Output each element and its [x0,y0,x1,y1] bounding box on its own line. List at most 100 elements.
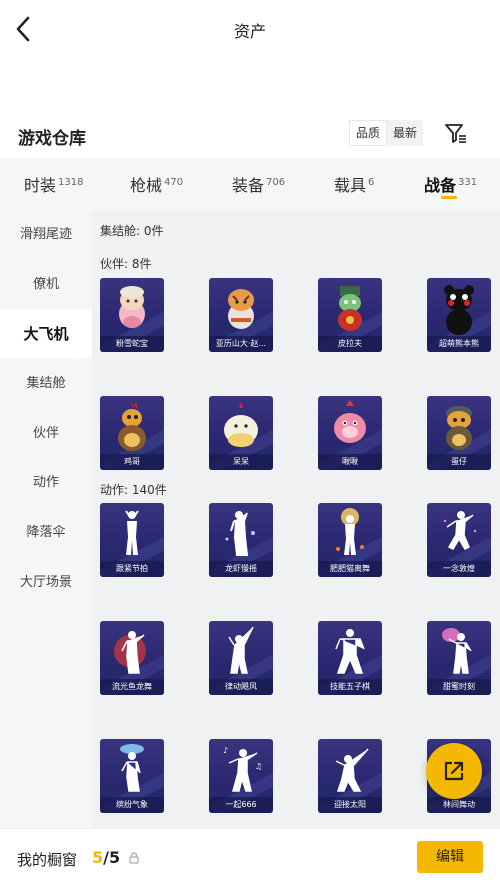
item-name: 啾啾 [318,454,382,470]
sidebar-item-wingman[interactable]: 僚机 [0,261,92,309]
item-card[interactable]: 流光鱼龙舞 [100,621,164,695]
dancer-silhouette-icon [114,631,146,674]
item-card[interactable]: 律动飓风 [209,621,273,695]
dancer-silhouette-icon [228,626,254,674]
item-card[interactable]: 龙虾慢摇 [209,503,273,577]
item-name: 流光鱼龙舞 [100,679,164,695]
sidebar-item-partner[interactable]: 伙伴 [0,410,92,458]
item-name: 甜蜜时刻 [427,679,491,695]
item-card[interactable]: 蛋仔 [427,396,491,470]
item-name: 肥肥猫离舞 [318,561,382,577]
svg-text:♫: ♫ [255,762,262,771]
showcase-label: 我的橱窗 [17,851,78,869]
item-name: 迎接太阳 [318,797,382,813]
sidebar-item-big-plane[interactable]: 大飞机 [0,310,92,358]
tab-battle-prep[interactable]: 战备 331 [424,172,477,196]
item-grid-panel: 集结舱: 0件 伙伴: 8件 粉雪蛇宝 亚历山大·赵... 皮拉夫 超萌熊本熊 … [92,210,500,830]
top-bar: 资产 [0,0,500,58]
sidebar-item-parachute[interactable]: 降落伞 [0,509,92,557]
group-label-emote: 动作: 140件 [100,483,167,497]
open-external-button[interactable] [426,743,482,799]
dancer-silhouette-icon [125,510,139,555]
item-card[interactable]: 肥肥猫离舞 [318,503,382,577]
item-name: 鸡哥 [100,454,164,470]
tab-equipment[interactable]: 装备 706 [232,172,285,196]
showcase-bar: 我的橱窗 5/5 编辑 [0,828,500,885]
svg-text:♪: ♪ [223,746,228,755]
dancer-silhouette-icon [225,511,255,556]
item-card[interactable]: 呆呆 [209,396,273,470]
section-title: 游戏仓库 [18,129,86,149]
tab-vehicles[interactable]: 载具 6 [334,172,374,196]
kumamon-bear-icon [444,285,474,335]
item-name: 一起666 [209,797,273,813]
item-name: 呆呆 [209,454,273,470]
item-card[interactable]: 迎接太阳 [318,739,382,813]
item-name: 粉雪蛇宝 [100,336,164,352]
item-name: 技能五子棋 [318,679,382,695]
item-name: 律动飓风 [209,679,273,695]
sidebar: 滑翔尾迹 僚机 大飞机 集结舱 伙伴 动作 降落伞 大厅场景 [0,210,92,830]
item-name: 龙虾慢摇 [209,561,273,577]
chicken-mascot-icon [118,402,146,451]
tab-label: 枪械 [130,176,163,195]
showcase-current: 5 [92,848,104,867]
showcase-count: 5/5 [92,848,120,867]
sort-quality-button[interactable]: 品质 [349,120,388,146]
item-name: 皮拉夫 [318,336,382,352]
item-card[interactable]: 鸡哥 [100,396,164,470]
sidebar-item-capsule[interactable]: 集结舱 [0,360,92,408]
external-link-icon [444,761,464,781]
dancer-silhouette-icon [442,628,472,674]
item-card[interactable]: 亚历山大·赵... [209,278,273,352]
page-title: 资产 [233,22,266,41]
tab-label: 战备 [424,176,457,195]
showcase-total: /5 [103,848,121,867]
dancer-silhouette-icon [120,744,144,792]
egg-party-icon [446,406,472,450]
filter-button[interactable] [444,121,468,145]
item-name: 缤纷气象 [100,797,164,813]
item-card[interactable]: ♪ ♫ 一起666 [209,739,273,813]
sidebar-item-lobby-scene[interactable]: 大厅场景 [0,559,92,607]
item-card[interactable]: 皮拉夫 [318,278,382,352]
sidebar-item-emote[interactable]: 动作 [0,459,92,507]
tab-guns[interactable]: 枪械 470 [130,172,183,196]
item-name: 跟紧节拍 [100,561,164,577]
sort-latest-button[interactable]: 最新 [387,120,423,146]
item-card[interactable]: 跟紧节拍 [100,503,164,577]
active-tab-indicator [441,196,457,199]
tab-count: 331 [458,177,478,188]
pink-bird-icon [334,400,366,443]
item-card[interactable]: 粉雪蛇宝 [100,278,164,352]
item-card[interactable]: 甜蜜时刻 [427,621,491,695]
dancer-silhouette-icon [335,748,369,792]
sidebar-item-glide-trail[interactable]: 滑翔尾迹 [0,211,92,259]
sort-toggle: 品质 最新 [349,120,424,146]
filter-icon [445,124,466,143]
item-card[interactable]: 一念敦煌 [427,503,491,577]
tab-count: 706 [266,177,286,188]
item-name: 蛋仔 [427,454,491,470]
tab-label: 载具 [334,176,367,195]
group-label-partner: 伙伴: 8件 [100,257,152,271]
item-card[interactable]: 缤纷气象 [100,739,164,813]
dancer-silhouette-icon: ♪♫ [223,746,262,792]
category-tabs: 时装 1318 枪械 470 装备 706 载具 6 战备 331 [0,158,500,210]
pilaf-character-icon [338,286,362,331]
item-card[interactable]: 啾啾 [318,396,382,470]
dancer-silhouette-icon [443,511,477,550]
dancer-silhouette-icon [336,508,364,555]
item-card[interactable]: 超萌熊本熊 [427,278,491,352]
snake-mascot-icon [119,286,145,328]
edit-button[interactable]: 编辑 [417,841,483,873]
lock-icon [129,852,139,864]
item-card[interactable]: 技能五子棋 [318,621,382,695]
tab-fashion[interactable]: 时装 1318 [24,172,83,196]
item-name: 超萌熊本熊 [427,336,491,352]
tiger-mascot-icon [228,289,254,329]
item-name: 亚历山大·赵... [209,336,273,352]
item-name: 一念敦煌 [427,561,491,577]
tab-label: 时装 [24,176,57,195]
chick-mascot-icon [224,402,258,447]
